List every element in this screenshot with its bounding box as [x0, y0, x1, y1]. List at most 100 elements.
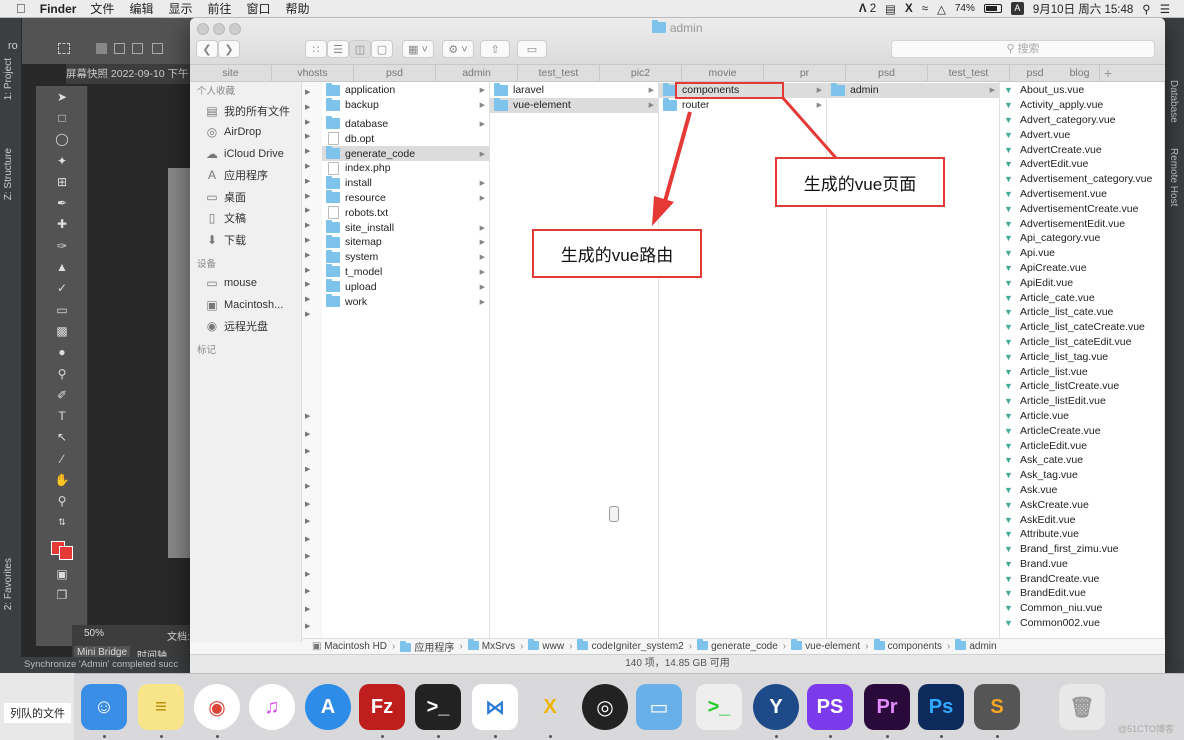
folder-item[interactable]: install ▶ [322, 175, 489, 191]
folder-item[interactable]: generate_code ▶ [322, 146, 489, 161]
file-item[interactable]: ▼ Ask_cate.vue [1000, 453, 1164, 468]
input-method-icon[interactable]: A [1010, 2, 1024, 15]
sidebar-item[interactable]: A 应用程序 [190, 165, 301, 187]
tab-favorites[interactable]: 2: Favorites [3, 558, 14, 610]
file-item[interactable]: ▼ Article_listEdit.vue [1000, 394, 1164, 409]
tab-psd[interactable]: psd [354, 65, 436, 81]
file-item[interactable]: ▼ Article_cate.vue [1000, 290, 1164, 305]
eyedropper-icon[interactable]: ✒ [36, 192, 88, 213]
type-tool-icon[interactable]: T [36, 405, 88, 426]
folder-item[interactable]: admin ▶ [827, 82, 999, 98]
swap-colors-icon[interactable]: ⇅ [36, 512, 88, 533]
screen-sharing-app-icon[interactable]: ▭ [636, 684, 682, 730]
folder-item[interactable]: backup ▶ [322, 97, 489, 113]
path-segment[interactable]: ▣ Macintosh HD [312, 641, 387, 652]
file-item[interactable]: ▼ AdvertEdit.vue [1000, 157, 1164, 172]
tab-vhosts[interactable]: vhosts [272, 65, 354, 81]
file-item[interactable]: ▼ About_us.vue [1000, 83, 1164, 98]
sidebar-item[interactable]: ⬇ 下载 [190, 229, 301, 251]
dodge-tool-icon[interactable]: ⚲ [36, 363, 88, 384]
menu-help[interactable]: 帮助 [286, 0, 310, 17]
folder-item[interactable]: t_model ▶ [322, 264, 489, 280]
finder-app-icon[interactable]: ☺ [81, 684, 127, 730]
folder-item[interactable]: sitemap ▶ [322, 234, 489, 250]
healing-brush-icon[interactable]: ✚ [36, 214, 88, 235]
brush-tool-icon[interactable]: ✑ [36, 235, 88, 256]
tab-test-test-2[interactable]: test_test [928, 65, 1010, 81]
x-app-icon[interactable]: X [905, 3, 913, 15]
folder-item[interactable]: router ▶ [659, 97, 826, 113]
sidebar-item[interactable]: ▯ 文稿 [190, 208, 301, 230]
sidebar-item[interactable]: ▣ Macintosh... [190, 294, 301, 316]
tab-movie[interactable]: movie [682, 65, 764, 81]
tab-remote-host[interactable]: Remote Host [1168, 148, 1179, 206]
path-selection-icon[interactable]: ↖ [36, 427, 88, 448]
chrome-app-icon[interactable]: ◉ [194, 684, 240, 730]
file-item[interactable]: ▼ Article_listCreate.vue [1000, 379, 1164, 394]
file-item[interactable]: ▼ AskCreate.vue [1000, 497, 1164, 512]
folder-item[interactable]: laravel ▶ [490, 82, 658, 98]
new-tab-button[interactable]: + [1100, 65, 1116, 81]
script-app-icon[interactable]: >_ [696, 684, 742, 730]
file-item[interactable]: ▼ Common002.vue [1000, 616, 1164, 631]
pen-tool-icon[interactable]: ✐ [36, 384, 88, 405]
app-store-icon[interactable]: A [305, 684, 351, 730]
file-item[interactable]: ▼ Advertisement.vue [1000, 187, 1164, 202]
obs-app-icon[interactable]: ◎ [582, 684, 628, 730]
forward-button[interactable]: ❯ [218, 40, 240, 58]
tab-psd-2[interactable]: psd [846, 65, 928, 81]
intersect-selection-icon[interactable] [152, 43, 163, 54]
keyboard-extension-icon[interactable]: ▤ [885, 2, 896, 16]
vscode-app-icon[interactable]: ⋈ [472, 684, 518, 730]
file-item[interactable]: index.php [322, 161, 489, 176]
file-item[interactable]: ▼ Api_category.vue [1000, 231, 1164, 246]
premiere-app-icon[interactable]: Pr [864, 684, 910, 730]
file-item[interactable]: ▼ Article.vue [1000, 409, 1164, 424]
file-item[interactable]: ▼ ArticleCreate.vue [1000, 423, 1164, 438]
action-gear-button[interactable]: ⚙ ˅ [442, 40, 474, 58]
itunes-app-icon[interactable]: ♫ [249, 684, 295, 730]
file-item[interactable]: ▼ ApiCreate.vue [1000, 261, 1164, 276]
menu-go[interactable]: 前往 [207, 0, 231, 17]
tags-button[interactable]: ▭ [517, 40, 547, 58]
stamp-tool-icon[interactable]: ▲ [36, 256, 88, 277]
tab-database[interactable]: Database [1168, 80, 1179, 123]
tab-project[interactable]: 1: Project [3, 58, 14, 100]
sourcetree-app-icon[interactable]: Y [753, 684, 799, 730]
adobe-icon[interactable]: Λ 2 [859, 3, 876, 15]
marquee-option-icon[interactable] [58, 43, 70, 54]
list-view-button[interactable]: ☰ [327, 40, 349, 58]
menu-file[interactable]: 文件 [90, 0, 114, 17]
quick-mask-icon[interactable]: ▣ [36, 563, 88, 584]
file-item[interactable]: robots.txt [322, 205, 489, 220]
folder-item[interactable]: system ▶ [322, 249, 489, 265]
wifi-icon[interactable]: ≈ [922, 3, 928, 15]
folder-item[interactable]: work ▶ [322, 294, 489, 309]
folder-item[interactable]: components ▶ [659, 82, 826, 98]
sidebar-item[interactable]: ▤ 我的所有文件 [190, 100, 301, 122]
file-item[interactable]: ▼ BrandCreate.vue [1000, 571, 1164, 586]
photoshop-document-tab[interactable]: 屏幕快照 2022-09-10 下午 [66, 64, 192, 84]
folder-item[interactable]: resource ▶ [322, 190, 489, 206]
terminal-app-icon[interactable]: >_ [415, 684, 461, 730]
file-item[interactable]: ▼ Ask.vue [1000, 483, 1164, 498]
file-item[interactable]: ▼ Brand_first_zimu.vue [1000, 542, 1164, 557]
path-segment[interactable]: www [528, 639, 564, 652]
notification-center-icon[interactable]: ☰ [1160, 2, 1170, 16]
folder-item[interactable]: database ▶ [322, 116, 489, 132]
gradient-tool-icon[interactable]: ▩ [36, 320, 88, 341]
trash-icon[interactable]: 🗑 [1059, 684, 1105, 730]
tab-admin[interactable]: admin [436, 65, 518, 81]
sidebar-item[interactable]: ◎ AirDrop [190, 122, 301, 144]
sidebar-item[interactable]: ☁ iCloud Drive [190, 143, 301, 165]
menu-edit[interactable]: 编辑 [129, 0, 153, 17]
tab-pr[interactable]: pr [764, 65, 846, 81]
xampp-app-icon[interactable]: X [527, 684, 573, 730]
eraser-tool-icon[interactable]: ▭ [36, 299, 88, 320]
history-brush-icon[interactable]: ✓ [36, 278, 88, 299]
file-item[interactable]: ▼ Brand.vue [1000, 557, 1164, 572]
path-segment[interactable]: generate_code [697, 639, 778, 652]
path-segment[interactable]: components [873, 639, 942, 652]
tab-blog[interactable]: blog [1060, 65, 1100, 81]
photoshop-app-icon[interactable]: Ps [918, 684, 964, 730]
